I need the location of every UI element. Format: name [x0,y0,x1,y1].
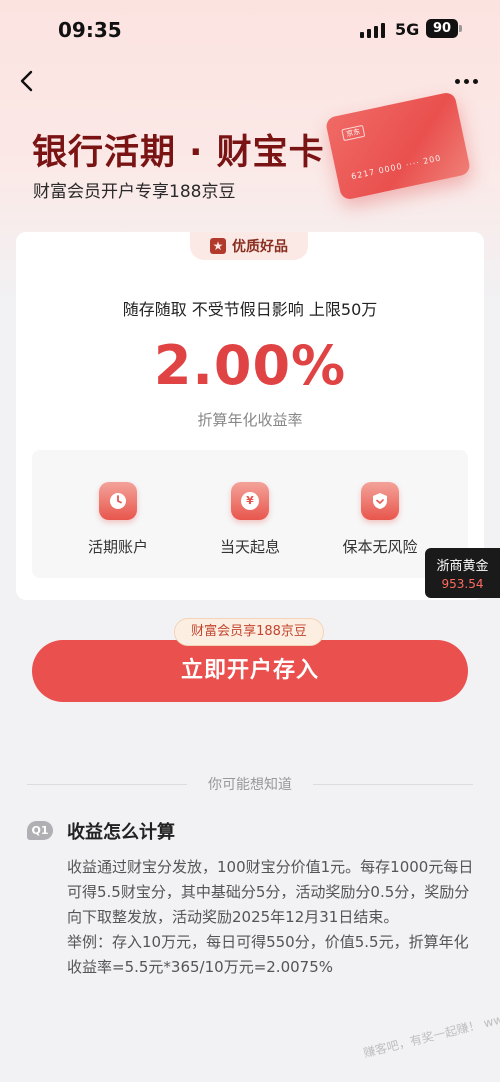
feature-current-account: 活期账户 [58,482,178,557]
page-title: 银行活期 · 财宝卡 [32,133,325,173]
signal-icon [360,22,386,38]
faq-question[interactable]: 收益怎么计算 [67,818,175,844]
card-number: 6217 0000 ···· 200 [350,153,443,182]
rate-value: 2.00% [153,334,347,397]
network-label: 5G [395,20,420,39]
yen-icon: ¥ [231,482,269,520]
gold-price: 953.54 [441,577,484,591]
shield-icon [361,482,399,520]
question-badge: Q1 [27,821,53,840]
more-icon[interactable] [452,70,482,92]
gold-price-widget[interactable]: 浙商黄金 953.54 [425,548,500,598]
faq-answer-paragraph: 收益通过财宝分发放，100财宝分价值1元。每存1000元每日可得5.5财宝分，其… [67,858,474,926]
product-description: 随存随取 不受节假日影响 上限50万 [122,300,378,319]
watermark: 赚客吧，有奖一起赚！ www.zuanke8.com [361,989,500,1061]
promo-tag: 财富会员享188京豆 [174,618,324,646]
hero-subtitle: 财富会员开户专享188京豆 [33,182,236,202]
clock-icon [99,482,137,520]
feature-label: 活期账户 [87,538,148,556]
feature-label: 当天起息 [219,538,280,556]
feature-no-risk: 保本无风险 [320,482,440,557]
crown-icon: ★ [210,238,226,254]
faq-heading: 你可能想知道 [208,777,292,793]
open-account-button[interactable]: 立即开户存入 [32,640,468,702]
battery-icon: 90 [426,19,458,38]
feature-same-day-interest: ¥ 当天起息 [190,482,310,557]
gold-name: 浙商黄金 [436,559,489,574]
rate-label: 折算年化收益率 [197,411,303,429]
faq-answer-example: 举例：存入10万元，每日可得550分，价值5.5元，折算年化收益率=5.5元*3… [67,933,469,976]
badge-label: 优质好品 [232,239,288,255]
card-logo: 京东 [341,124,366,142]
battery-tip [459,25,462,32]
feature-label: 保本无风险 [342,538,418,556]
quality-badge: ★ 优质好品 [190,232,308,260]
faq-answer: 收益通过财宝分发放，100财宝分价值1元。每存1000元每日可得5.5财宝分，其… [67,855,477,980]
status-time: 09:35 [58,18,122,42]
status-bar: 09:35 5G 90 [0,0,500,60]
back-icon[interactable] [14,66,44,96]
